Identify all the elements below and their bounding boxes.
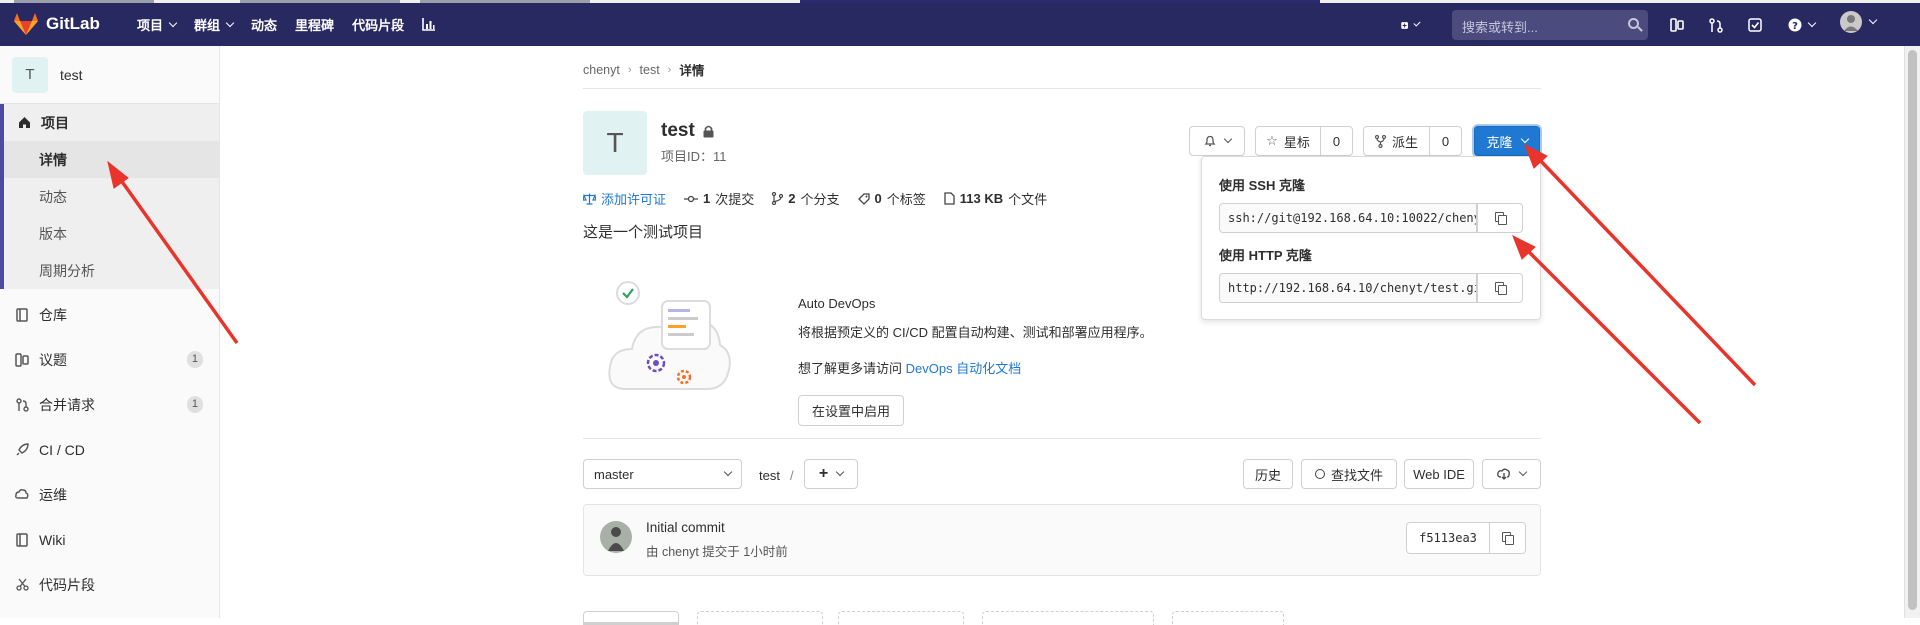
annotation-arrow-details (116, 174, 239, 345)
scrollbar-thumb[interactable] (1908, 50, 1917, 610)
annotation-arrows (107, 143, 1757, 425)
annotation-arrow-clone (1535, 155, 1757, 387)
page-scrollbar[interactable] (1904, 46, 1920, 618)
annotation-arrow-ssh (1523, 246, 1702, 425)
